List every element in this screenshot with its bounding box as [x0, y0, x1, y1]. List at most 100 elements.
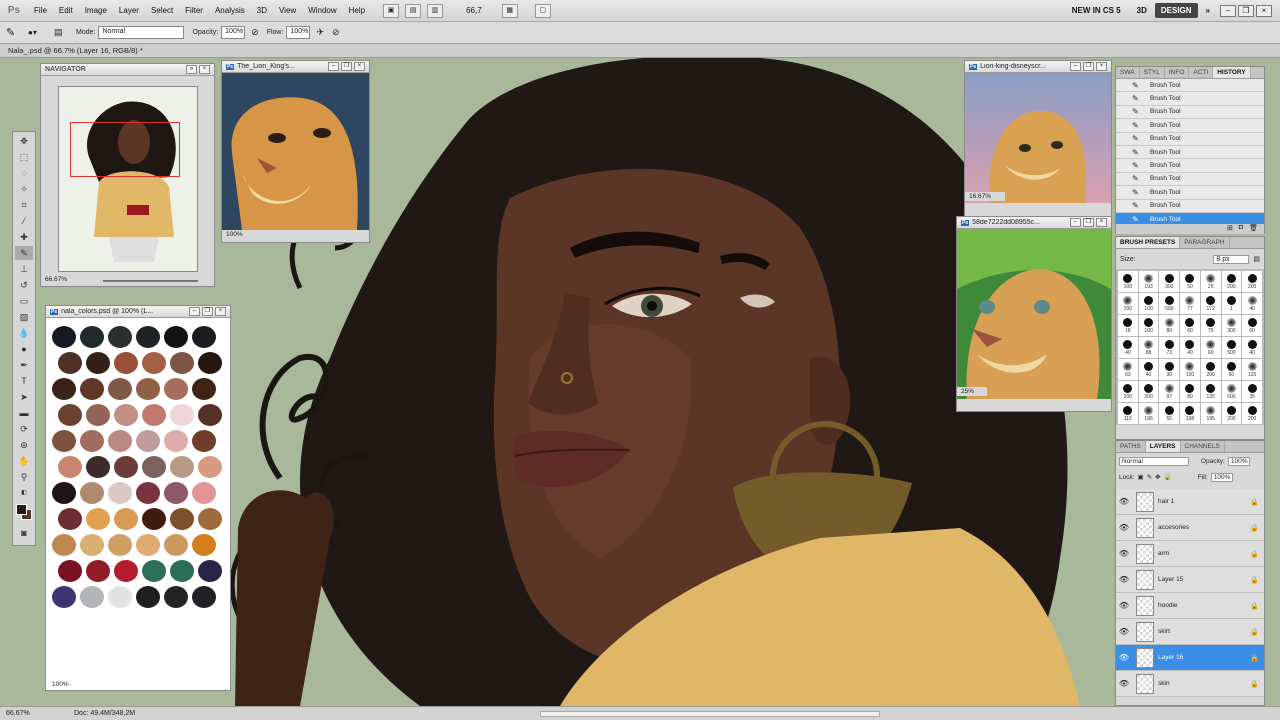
navigator-zoom-value[interactable]: 66.67% [45, 276, 67, 283]
brush-preset[interactable]: 100 [1138, 315, 1159, 336]
fill-field[interactable]: 100% [1210, 472, 1234, 482]
brush-panel-toggle-icon[interactable]: ▤ [54, 27, 68, 38]
color-swatch[interactable] [86, 352, 110, 374]
mode-select[interactable]: Normal [98, 26, 185, 39]
color-swatch[interactable] [164, 482, 188, 504]
history-item[interactable]: ✎ Brush Tool [1116, 186, 1264, 200]
color-swatch[interactable] [142, 508, 166, 530]
lock-image-icon[interactable]: ✎ [1147, 473, 1152, 481]
minimize-icon[interactable]: – [1070, 218, 1081, 227]
layer-row[interactable]: 👁 accesories 🔒 [1116, 515, 1264, 541]
layer-row[interactable]: 👁 Layer 15 🔒 [1116, 567, 1264, 593]
color-swatch[interactable] [86, 508, 110, 530]
color-swatch[interactable] [164, 586, 188, 608]
3d-rotate-tool-icon[interactable]: ⟳ [15, 422, 33, 436]
color-swatch[interactable] [58, 352, 82, 374]
brush-preset[interactable]: 63 [1118, 359, 1138, 380]
color-swatch[interactable] [80, 326, 104, 348]
brush-preset[interactable]: 75 [1200, 315, 1221, 336]
brush-preset[interactable]: 55 [1159, 403, 1180, 424]
maximize-icon[interactable]: ❐ [202, 307, 213, 316]
tab-channels[interactable]: CHANNELS [1181, 441, 1225, 452]
brush-preset[interactable]: 200 [1242, 403, 1262, 424]
color-swatch[interactable] [192, 482, 216, 504]
brush-preset[interactable]: 200 [1221, 403, 1242, 424]
ref-window-zoom[interactable]: 25% [957, 387, 987, 396]
brush-preset[interactable]: 200 [1200, 359, 1221, 380]
brush-preset[interactable]: 40 [1138, 359, 1159, 380]
gradient-tool-icon[interactable]: ▨ [15, 310, 33, 324]
mini-bridge-icon[interactable]: ▤ [405, 3, 422, 18]
color-swatch[interactable] [86, 560, 110, 582]
color-swatch[interactable] [108, 326, 132, 348]
history-item[interactable]: ✎ Brush Tool [1116, 172, 1264, 187]
horizontal-scrollbar[interactable] [540, 711, 880, 717]
color-swatch[interactable] [86, 456, 110, 478]
close-icon[interactable]: × [1096, 218, 1107, 227]
brush-preset[interactable]: 300 [1159, 271, 1180, 292]
brush-preset[interactable]: 115 [1118, 403, 1138, 424]
close-icon[interactable]: × [1096, 62, 1107, 71]
history-item[interactable]: ✎ Brush Tool [1116, 145, 1264, 160]
dodge-tool-icon[interactable]: ● [15, 342, 33, 356]
brush-preset[interactable]: 40 [1242, 293, 1262, 314]
brush-preset[interactable]: 500 [1221, 381, 1242, 402]
color-swatch[interactable] [80, 430, 104, 452]
color-swatch[interactable] [198, 456, 222, 478]
color-swatch[interactable] [164, 326, 188, 348]
layer-name[interactable]: Layer 15 [1158, 576, 1250, 583]
close-icon[interactable]: × [215, 307, 226, 316]
brush-tool-preset-icon[interactable]: ✎ [6, 26, 28, 39]
brush-preset[interactable]: 60 [1242, 315, 1262, 336]
colors-window-zoom[interactable]: 100% [52, 681, 69, 688]
color-swatch[interactable] [114, 352, 138, 374]
brush-preset[interactable]: 172 [1200, 293, 1221, 314]
brush-preset[interactable]: 25 [1200, 271, 1221, 292]
layer-row[interactable]: 👁 arm 🔒 [1116, 541, 1264, 567]
quick-mask-icon[interactable]: ◙ [15, 526, 33, 540]
maximize-icon[interactable]: ❐ [1083, 62, 1094, 71]
maximize-icon[interactable]: ❐ [1083, 218, 1094, 227]
brush-preset[interactable]: 30 [1159, 359, 1180, 380]
brush-preset[interactable]: 80 [1180, 381, 1200, 402]
history-item[interactable]: ✎ Brush Tool [1116, 92, 1264, 106]
menu-filter[interactable]: Filter [179, 0, 209, 22]
navigator-view-rectangle[interactable] [70, 122, 180, 177]
history-item[interactable]: ✎ Brush Tool [1116, 199, 1264, 213]
eraser-tool-icon[interactable]: ▭ [15, 294, 33, 308]
minimize-icon[interactable]: – [1220, 4, 1236, 17]
color-swatch[interactable] [198, 352, 222, 374]
visibility-eye-icon[interactable]: 👁 [1116, 549, 1132, 558]
brush-preset[interactable]: 73 [1159, 337, 1180, 358]
flow-field[interactable]: 100% [286, 26, 311, 39]
menu-window[interactable]: Window [302, 0, 342, 22]
marquee-tool-icon[interactable]: ⬚ [15, 150, 33, 164]
tab-paragraph[interactable]: PARAGRAPH [1180, 237, 1230, 248]
brush-preset[interactable]: 1 [1221, 293, 1242, 314]
menu-image[interactable]: Image [79, 0, 113, 22]
color-swatch[interactable] [114, 456, 138, 478]
color-swatch[interactable] [164, 378, 188, 400]
tablet-pressure-size-icon[interactable]: ⊘ [332, 27, 340, 38]
tab-brush-presets[interactable]: BRUSH PRESETS [1116, 237, 1181, 248]
clone-stamp-tool-icon[interactable]: ⊥ [15, 262, 33, 276]
tab-styles[interactable]: STYL [1140, 67, 1165, 78]
brush-preset[interactable]: 40 [1242, 337, 1262, 358]
type-tool-icon[interactable]: T [15, 374, 33, 388]
menu-select[interactable]: Select [145, 0, 179, 22]
brush-preset[interactable]: 196 [1138, 403, 1159, 424]
color-swatch[interactable] [198, 404, 222, 426]
color-swatch[interactable] [192, 326, 216, 348]
color-swatches[interactable] [46, 318, 230, 676]
maximize-icon[interactable]: ❐ [341, 62, 352, 71]
brush-preset[interactable]: 135 [1200, 381, 1221, 402]
menu-analysis[interactable]: Analysis [209, 0, 251, 22]
visibility-eye-icon[interactable]: 👁 [1116, 679, 1132, 688]
color-swatch[interactable] [58, 404, 82, 426]
visibility-eye-icon[interactable]: 👁 [1116, 575, 1132, 584]
color-swatch[interactable] [136, 430, 160, 452]
color-swatch[interactable] [170, 508, 194, 530]
layer-row[interactable]: 👁 skin 🔒 [1116, 671, 1264, 697]
tab-swatches[interactable]: SWA [1116, 67, 1140, 78]
visibility-eye-icon[interactable]: 👁 [1116, 497, 1132, 506]
